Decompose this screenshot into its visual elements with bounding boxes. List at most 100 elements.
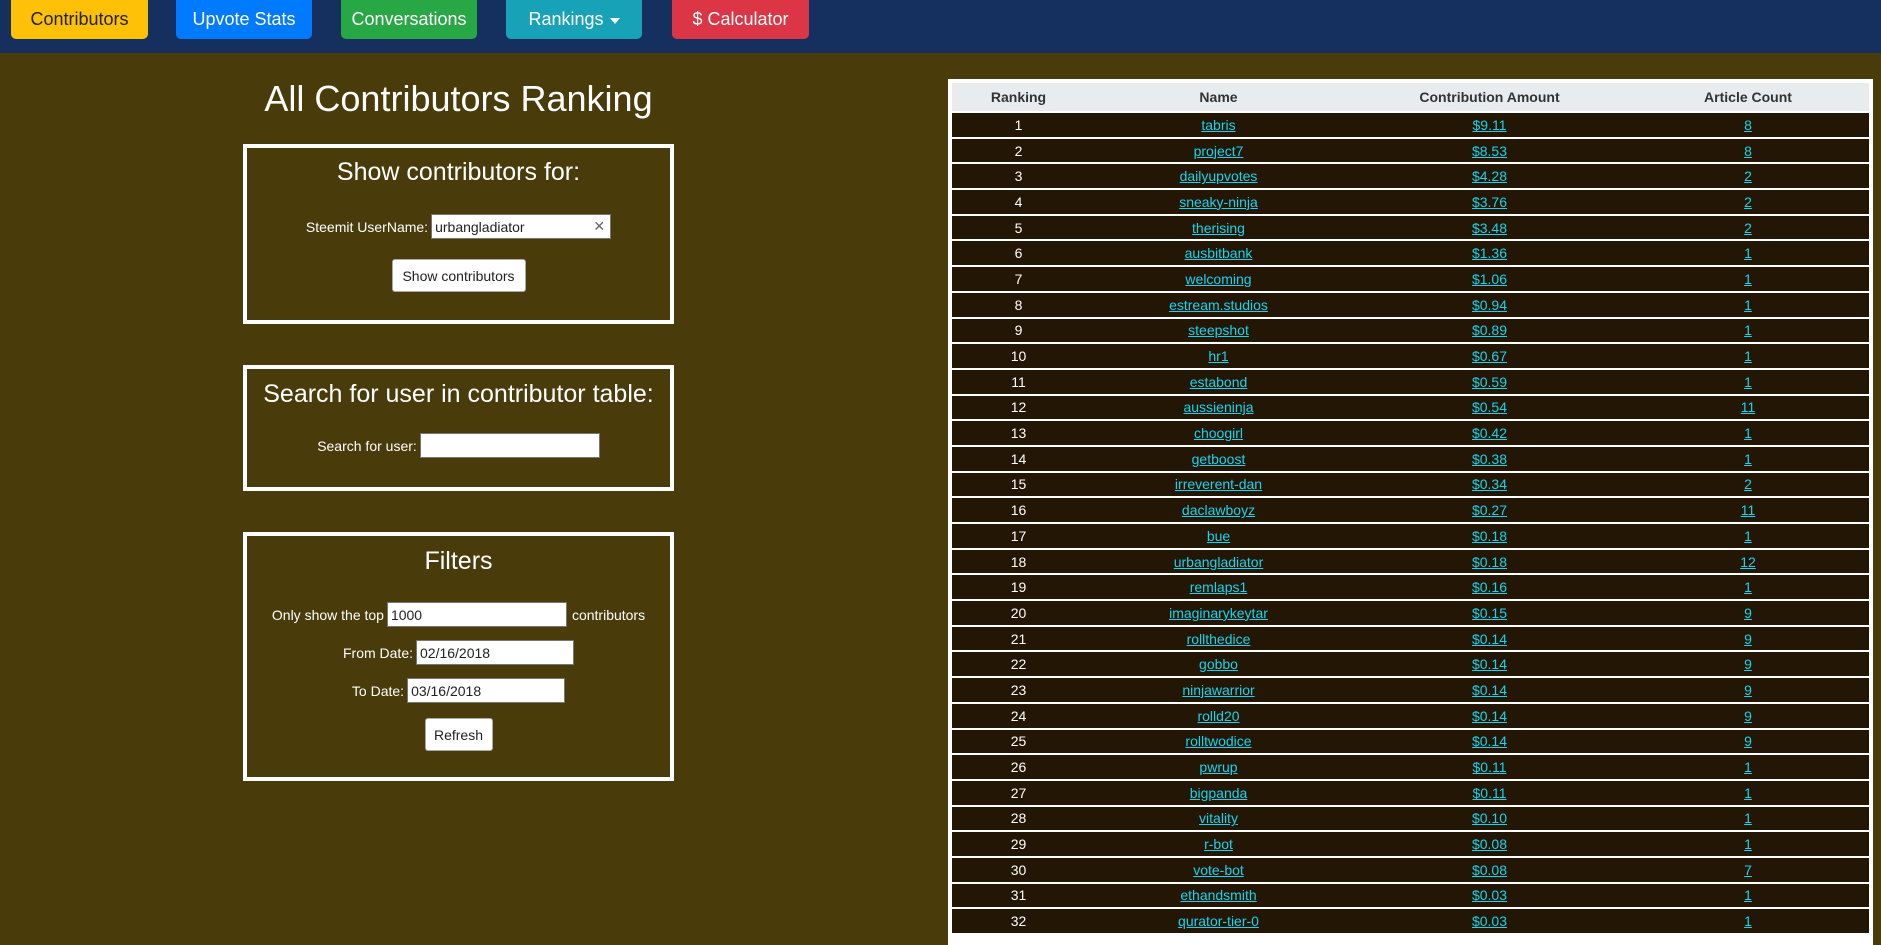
article-count-link[interactable]: 1 — [1744, 322, 1752, 338]
name-link[interactable]: bue — [1207, 528, 1230, 544]
article-count-link[interactable]: 1 — [1744, 245, 1752, 261]
header-ranking[interactable]: Ranking — [952, 83, 1085, 111]
name-link[interactable]: irreverent-dan — [1175, 476, 1262, 492]
amount-link[interactable]: $0.14 — [1472, 733, 1507, 749]
article-count-link[interactable]: 2 — [1744, 476, 1752, 492]
article-count-link[interactable]: 1 — [1744, 810, 1752, 826]
name-link[interactable]: qurator-tier-0 — [1178, 913, 1259, 929]
name-link[interactable]: urbangladiator — [1174, 554, 1264, 570]
name-link[interactable]: aussieninja — [1183, 399, 1253, 415]
article-count-link[interactable]: 1 — [1744, 579, 1752, 595]
name-link[interactable]: tabris — [1201, 117, 1235, 133]
amount-link[interactable]: $3.48 — [1472, 220, 1507, 236]
name-link[interactable]: dailyupvotes — [1180, 168, 1258, 184]
amount-link[interactable]: $0.67 — [1472, 348, 1507, 364]
amount-link[interactable]: $9.11 — [1473, 117, 1507, 133]
amount-link[interactable]: $0.11 — [1473, 785, 1507, 801]
name-link[interactable]: choogirl — [1194, 425, 1243, 441]
nav-conversations-button[interactable]: Conversations — [341, 0, 477, 39]
refresh-button[interactable]: Refresh — [424, 718, 493, 751]
name-link[interactable]: pwrup — [1199, 759, 1237, 775]
name-link[interactable]: project7 — [1194, 143, 1244, 159]
article-count-link[interactable]: 1 — [1744, 785, 1752, 801]
name-link[interactable]: rolltwodice — [1185, 733, 1251, 749]
name-link[interactable]: bigpanda — [1190, 785, 1248, 801]
amount-link[interactable]: $4.28 — [1472, 168, 1507, 184]
amount-link[interactable]: $0.11 — [1473, 759, 1507, 775]
article-count-link[interactable]: 9 — [1744, 656, 1752, 672]
from-date-input[interactable]: 02/16/2018 — [416, 640, 574, 665]
article-count-link[interactable]: 12 — [1740, 554, 1756, 570]
article-count-link[interactable]: 1 — [1744, 528, 1752, 544]
name-link[interactable]: vote-bot — [1193, 862, 1244, 878]
search-input[interactable] — [419, 433, 600, 458]
article-count-link[interactable]: 1 — [1744, 425, 1752, 441]
amount-link[interactable]: $1.06 — [1472, 271, 1507, 287]
amount-link[interactable]: $0.42 — [1472, 425, 1507, 441]
username-input[interactable]: urbangladiator ✕ — [431, 214, 612, 239]
article-count-link[interactable]: 8 — [1744, 117, 1752, 133]
amount-link[interactable]: $0.54 — [1472, 399, 1507, 415]
name-link[interactable]: rolld20 — [1197, 708, 1239, 724]
amount-link[interactable]: $3.76 — [1472, 194, 1507, 210]
amount-link[interactable]: $0.08 — [1472, 836, 1507, 852]
header-contribution-amount[interactable]: Contribution Amount — [1352, 83, 1627, 111]
amount-link[interactable]: $0.38 — [1472, 451, 1507, 467]
article-count-link[interactable]: 1 — [1744, 451, 1752, 467]
amount-link[interactable]: $0.14 — [1472, 708, 1507, 724]
name-link[interactable]: ausbitbank — [1185, 245, 1253, 261]
article-count-link[interactable]: 1 — [1744, 348, 1752, 364]
name-link[interactable]: getboost — [1192, 451, 1246, 467]
article-count-link[interactable]: 9 — [1744, 682, 1752, 698]
amount-link[interactable]: $0.94 — [1472, 297, 1507, 313]
article-count-link[interactable]: 11 — [1741, 502, 1756, 518]
name-link[interactable]: remlaps1 — [1190, 579, 1248, 595]
name-link[interactable]: r-bot — [1204, 836, 1233, 852]
amount-link[interactable]: $0.14 — [1472, 656, 1507, 672]
name-link[interactable]: therising — [1192, 220, 1245, 236]
article-count-link[interactable]: 1 — [1744, 271, 1752, 287]
article-count-link[interactable]: 2 — [1744, 194, 1752, 210]
name-link[interactable]: estabond — [1190, 374, 1248, 390]
amount-link[interactable]: $0.27 — [1472, 502, 1507, 518]
name-link[interactable]: gobbo — [1199, 656, 1238, 672]
amount-link[interactable]: $0.15 — [1472, 605, 1507, 621]
name-link[interactable]: rollthedice — [1187, 631, 1251, 647]
clear-icon[interactable]: ✕ — [593, 218, 607, 235]
name-link[interactable]: ninjawarrior — [1182, 682, 1254, 698]
nav-contributors-button[interactable]: Contributors — [11, 0, 148, 39]
article-count-link[interactable]: 1 — [1744, 913, 1752, 929]
amount-link[interactable]: $0.03 — [1472, 887, 1507, 903]
amount-link[interactable]: $0.14 — [1472, 682, 1507, 698]
article-count-link[interactable]: 8 — [1744, 143, 1752, 159]
amount-link[interactable]: $8.53 — [1472, 143, 1507, 159]
name-link[interactable]: estream.studios — [1169, 297, 1268, 313]
amount-link[interactable]: $0.18 — [1472, 554, 1507, 570]
article-count-link[interactable]: 1 — [1744, 297, 1752, 313]
article-count-link[interactable]: 11 — [1741, 399, 1756, 415]
name-link[interactable]: steepshot — [1188, 322, 1249, 338]
to-date-input[interactable]: 03/16/2018 — [407, 678, 566, 703]
article-count-link[interactable]: 1 — [1744, 887, 1752, 903]
show-contributors-button[interactable]: Show contributors — [391, 259, 526, 292]
article-count-link[interactable]: 9 — [1744, 708, 1752, 724]
name-link[interactable]: sneaky-ninja — [1179, 194, 1258, 210]
top-count-input[interactable]: 1000 — [386, 602, 567, 627]
header-name[interactable]: Name — [1085, 83, 1352, 111]
article-count-link[interactable]: 9 — [1744, 605, 1752, 621]
amount-link[interactable]: $0.34 — [1472, 476, 1507, 492]
amount-link[interactable]: $0.18 — [1472, 528, 1507, 544]
name-link[interactable]: imaginarykeytar — [1169, 605, 1268, 621]
amount-link[interactable]: $0.14 — [1472, 631, 1507, 647]
name-link[interactable]: welcoming — [1185, 271, 1251, 287]
article-count-link[interactable]: 9 — [1744, 733, 1752, 749]
article-count-link[interactable]: 2 — [1744, 168, 1752, 184]
header-article-count[interactable]: Article Count — [1627, 83, 1869, 111]
amount-link[interactable]: $0.16 — [1472, 579, 1507, 595]
name-link[interactable]: hr1 — [1208, 348, 1228, 364]
article-count-link[interactable]: 9 — [1744, 631, 1752, 647]
article-count-link[interactable]: 7 — [1744, 862, 1752, 878]
amount-link[interactable]: $0.10 — [1472, 810, 1507, 826]
article-count-link[interactable]: 1 — [1744, 836, 1752, 852]
nav-upvote-stats-button[interactable]: Upvote Stats — [176, 0, 312, 39]
